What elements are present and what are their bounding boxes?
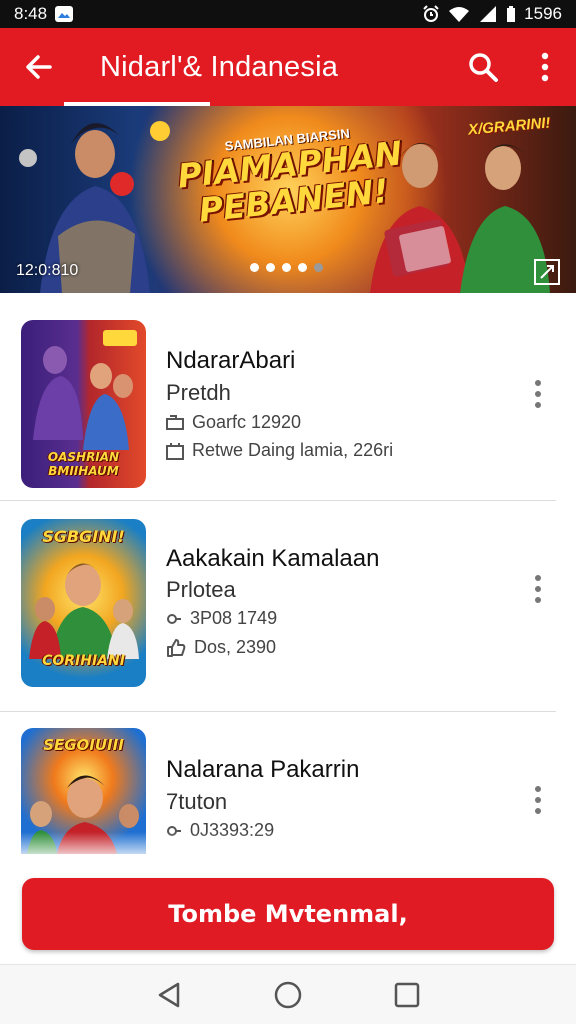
more-options-button[interactable] [514, 28, 576, 106]
item-title: Nalarana Pakarrin [166, 756, 360, 783]
list-fade [0, 832, 576, 862]
status-bar: 8:48 1596 [0, 0, 576, 28]
wifi-icon [449, 7, 470, 22]
alarm-icon [423, 5, 439, 22]
page-title: Nidarl'& Indanesia [100, 50, 339, 83]
card-icon [166, 414, 184, 430]
carousel-dot[interactable] [250, 263, 259, 272]
item-meta-row: Retwe Daing lamia, 226ri [166, 440, 393, 461]
item-subtitle: Pretdh [166, 380, 231, 405]
thumbnail-top-title: SGBGINI! [42, 527, 125, 546]
item-meta-text: Dos, 2390 [194, 637, 277, 657]
item-title: NdararAbari [166, 347, 296, 374]
more-vert-icon [541, 52, 549, 82]
thumbnail-title: OASHRIAN BMIIHAUM [47, 450, 120, 478]
carousel-dot[interactable] [298, 263, 307, 272]
thumbnail-top-title: SEGOIUIII [43, 736, 124, 754]
status-time: 8:48 [14, 4, 48, 23]
battery-text: 1596 [524, 4, 562, 23]
nav-home-icon [274, 981, 302, 1008]
photo-notification-icon [55, 6, 74, 22]
nav-back-button[interactable] [149, 975, 189, 1015]
primary-action-button[interactable]: Tombe Mvtenmal, [22, 878, 554, 950]
search-icon [469, 53, 498, 82]
item-title: Aakakain Kamalaan [166, 545, 380, 572]
item-meta-row: 3P08 1749 [166, 608, 277, 629]
bottom-action-panel: Tombe Mvtenmal, [0, 860, 576, 964]
item-more-button[interactable] [526, 569, 550, 609]
list-item[interactable]: SGBGINI! CORIHIANI Aakakain Kamalaan Prl… [0, 501, 576, 712]
item-thumbnail: OASHRIAN BMIIHAUM [21, 320, 146, 488]
arrow-left-icon [26, 55, 52, 79]
system-nav-bar [0, 964, 576, 1024]
item-more-button[interactable] [526, 374, 550, 414]
nav-home-button[interactable] [268, 975, 308, 1015]
item-meta-row: Dos, 2390 [166, 637, 276, 658]
item-meta-text: Retwe Daing lamia, 226ri [192, 440, 394, 460]
nav-recents-button[interactable] [387, 975, 427, 1015]
banner-timestamp: 12:0:810 [16, 262, 79, 279]
item-thumbnail: SGBGINI! CORIHIANI [21, 519, 146, 687]
nav-back-icon [159, 982, 180, 1007]
calendar-icon [166, 442, 184, 460]
screen: 8:48 1596 Nidarl'& Indanesia SAMBILAN BI… [0, 0, 576, 1024]
carousel-dot[interactable] [266, 263, 275, 272]
status-left: 8:48 [14, 4, 74, 24]
battery-icon [507, 6, 516, 22]
list-item[interactable]: OASHRIAN BMIIHAUM NdararAbari Pretdh Goa… [0, 294, 576, 504]
item-subtitle: 7tuton [166, 789, 228, 814]
search-button[interactable] [452, 28, 514, 106]
item-meta-text: 3P08 1749 [190, 608, 278, 628]
expand-icon [540, 265, 554, 279]
back-button[interactable] [0, 28, 78, 106]
thumbnail-title: CORIHIANI [42, 653, 125, 669]
signal-icon [480, 6, 497, 22]
carousel-dot[interactable] [314, 263, 323, 272]
item-more-button[interactable] [526, 780, 550, 820]
link-icon [167, 613, 181, 624]
thumb-icon [167, 638, 186, 657]
nav-recents-icon [394, 982, 419, 1007]
item-subtitle: Prlotea [166, 577, 236, 602]
item-meta-text: Goarfc 12920 [192, 412, 302, 432]
app-bar: Nidarl'& Indanesia [0, 28, 576, 106]
status-right: 1596 [422, 4, 562, 24]
item-meta-row: Goarfc 12920 [166, 412, 301, 433]
expand-button[interactable] [534, 259, 560, 285]
carousel-dot[interactable] [282, 263, 291, 272]
carousel-dots [250, 263, 323, 272]
